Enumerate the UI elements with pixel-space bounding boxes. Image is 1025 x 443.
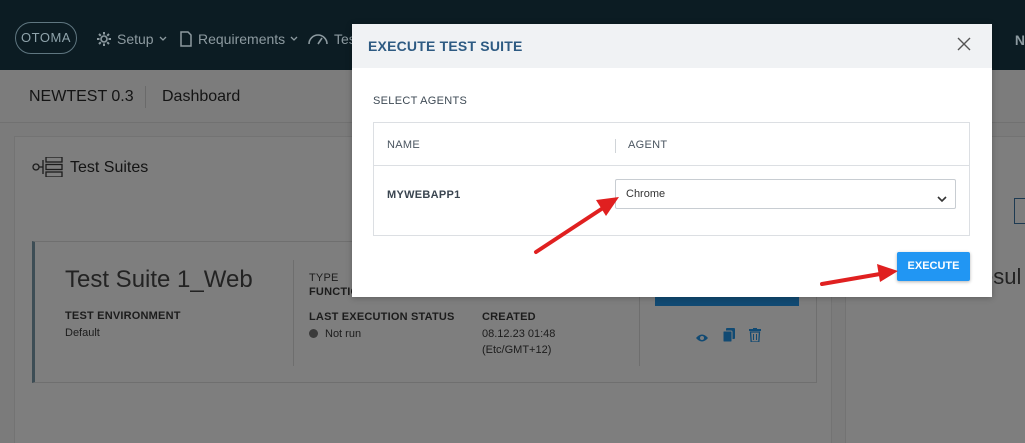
annotation-arrows	[534, 197, 898, 286]
arrow-to-execute-button	[820, 264, 898, 286]
arrow-to-agent-select	[534, 197, 619, 254]
